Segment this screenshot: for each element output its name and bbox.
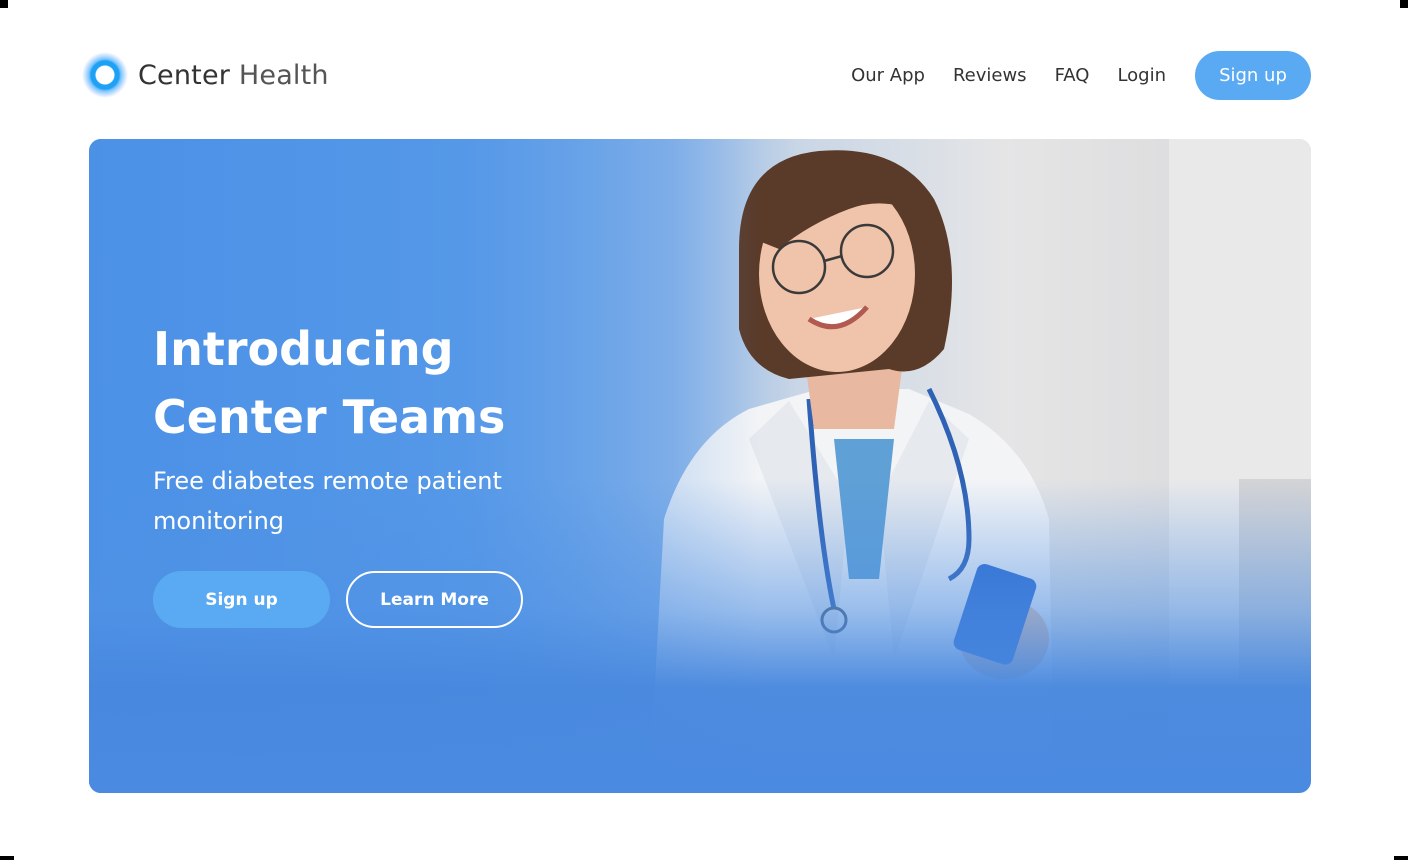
header-signup-button[interactable]: Sign up: [1195, 50, 1311, 100]
nav-reviews[interactable]: Reviews: [953, 65, 1027, 86]
crop-mark: [1394, 856, 1408, 860]
hero-title-line1: Introducing: [153, 322, 454, 376]
brand-name: Center Health: [138, 60, 329, 91]
hero-title-line2: Center Teams: [153, 390, 506, 444]
learn-more-button[interactable]: Learn More: [346, 571, 523, 628]
hero-subtitle: Free diabetes remote patient monitoring: [153, 467, 502, 535]
nav-faq[interactable]: FAQ: [1055, 65, 1090, 86]
hero-banner: Introducing Center Teams Free diabetes r…: [89, 139, 1311, 793]
hero-title: Introducing Center Teams: [153, 315, 613, 451]
brand-logo[interactable]: Center Health: [82, 52, 329, 98]
brand-name-primary: Center: [138, 59, 231, 91]
crop-mark: [1400, 0, 1408, 8]
crop-mark: [0, 0, 8, 8]
hero-actions: Sign up Learn More: [153, 571, 613, 628]
nav-login[interactable]: Login: [1117, 65, 1166, 86]
crop-mark: [0, 856, 14, 860]
hero-signup-button[interactable]: Sign up: [153, 571, 330, 628]
page: Center Health Our App Reviews FAQ Login …: [0, 0, 1408, 860]
nav-our-app[interactable]: Our App: [851, 65, 925, 86]
hero-content: Introducing Center Teams Free diabetes r…: [153, 315, 613, 628]
logo-ring-icon: [82, 52, 128, 98]
brand-name-secondary: Health: [238, 59, 329, 91]
site-header: Center Health Our App Reviews FAQ Login …: [82, 50, 1311, 100]
main-nav: Our App Reviews FAQ Login Sign up: [823, 50, 1311, 100]
